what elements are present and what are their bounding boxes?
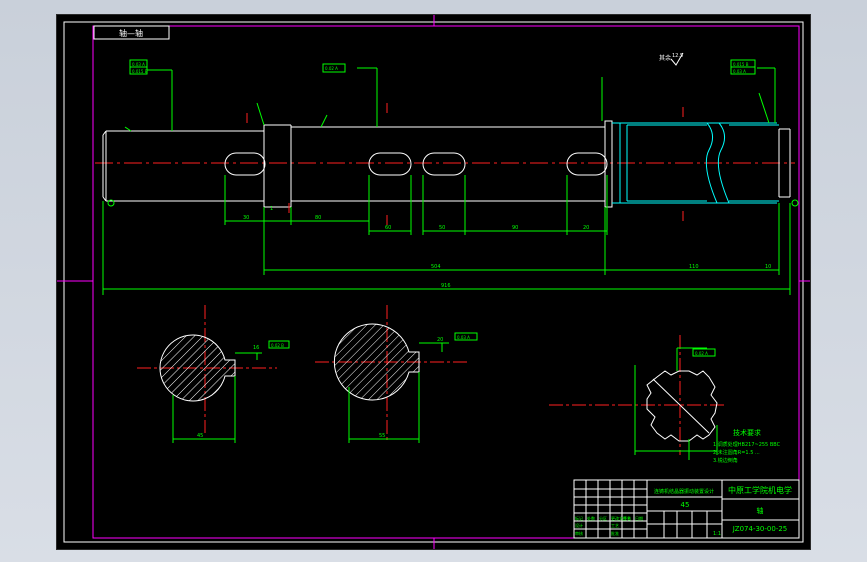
drawing-number: JZ074-30-00-25 <box>732 525 788 533</box>
technical-requirements: 技术要求 1.调质处理HB217~255 BBC 2.未注圆角R=1.5 ...… <box>713 428 781 464</box>
sheet-frame <box>92 25 800 539</box>
dimension-lines <box>102 67 791 295</box>
drawing-canvas[interactable]: 轴—轴 其余 12.5 0.03 A 0.015 B 0.02 A 0.015 … <box>56 14 811 550</box>
outer-border <box>63 21 804 543</box>
svg-text:55: 55 <box>379 433 385 439</box>
title-tab-text: 轴—轴 <box>119 28 143 38</box>
svg-text:16: 16 <box>253 345 259 351</box>
svg-text:1: 1 <box>270 206 273 212</box>
tolerance-frames: 0.03 A 0.015 B 0.02 A 0.015 B 0.03 A <box>129 59 756 75</box>
project-title: 连铸机结晶器振动装置设计 <box>654 488 714 495</box>
section-view-2: 55 0.03 A 20 <box>315 305 478 443</box>
svg-text:签名: 签名 <box>623 515 631 521</box>
section-view-3-spline: 0.02 A <box>549 335 727 460</box>
material: 45 <box>681 501 690 509</box>
svg-text:0.03 A: 0.03 A <box>132 62 145 67</box>
svg-text:45: 45 <box>197 433 203 439</box>
dimension-texts: 30 80 60 50 90 20 1 504 110 10 916 <box>243 206 771 289</box>
tech-req-item-1: 1.调质处理HB217~255 BBC <box>713 441 781 448</box>
drawing-svg: 轴—轴 其余 12.5 0.03 A 0.015 B 0.02 A 0.015 … <box>57 15 810 549</box>
title-block: 标记 处数 分区 更改文件号 签名 日期 设计 审核 工艺 批准 连铸机结晶器振… <box>573 479 800 539</box>
svg-text:处数: 处数 <box>587 515 595 521</box>
scale: 1:1 <box>713 531 721 537</box>
svg-text:批准: 批准 <box>611 530 619 536</box>
svg-text:10: 10 <box>765 264 771 270</box>
svg-text:分区: 分区 <box>599 515 607 521</box>
svg-text:0.02 A: 0.02 A <box>325 66 338 71</box>
svg-text:80: 80 <box>315 215 321 221</box>
part-name: 轴 <box>757 506 764 515</box>
svg-text:审核: 审核 <box>575 530 583 536</box>
svg-text:0.03 A: 0.03 A <box>457 335 470 340</box>
svg-text:0.02 A: 0.02 A <box>695 351 708 356</box>
svg-text:0.015 B: 0.015 B <box>132 69 148 74</box>
svg-text:工艺: 工艺 <box>611 523 619 528</box>
svg-text:日期: 日期 <box>635 515 643 521</box>
shaft-main-view <box>95 120 799 208</box>
svg-text:90: 90 <box>512 225 518 231</box>
svg-text:标记: 标记 <box>575 515 583 521</box>
svg-text:0.03 A: 0.03 A <box>733 69 746 74</box>
svg-text:60: 60 <box>385 225 391 231</box>
svg-text:50: 50 <box>439 225 445 231</box>
svg-text:设计: 设计 <box>575 522 583 528</box>
svg-text:20: 20 <box>583 225 589 231</box>
roughness-note: 其余 <box>659 54 671 62</box>
tech-req-item-3: 3.锐边倒角 <box>713 457 738 464</box>
svg-text:30: 30 <box>243 215 249 221</box>
section-view-1: 45 0.02 B 16 <box>137 305 290 443</box>
svg-text:916: 916 <box>441 283 451 289</box>
cad-viewport: 轴—轴 其余 12.5 0.03 A 0.015 B 0.02 A 0.015 … <box>0 0 867 562</box>
tech-req-heading: 技术要求 <box>733 428 761 437</box>
svg-text:0.02 B: 0.02 B <box>271 343 284 348</box>
svg-text:504: 504 <box>431 264 441 270</box>
svg-text:20: 20 <box>437 337 443 343</box>
school-name: 中原工学院机电学 <box>728 485 792 495</box>
svg-text:0.015 B: 0.015 B <box>733 62 749 67</box>
tech-req-item-2: 2.未注圆角R=1.5 ... <box>713 449 760 456</box>
svg-text:110: 110 <box>689 264 699 270</box>
